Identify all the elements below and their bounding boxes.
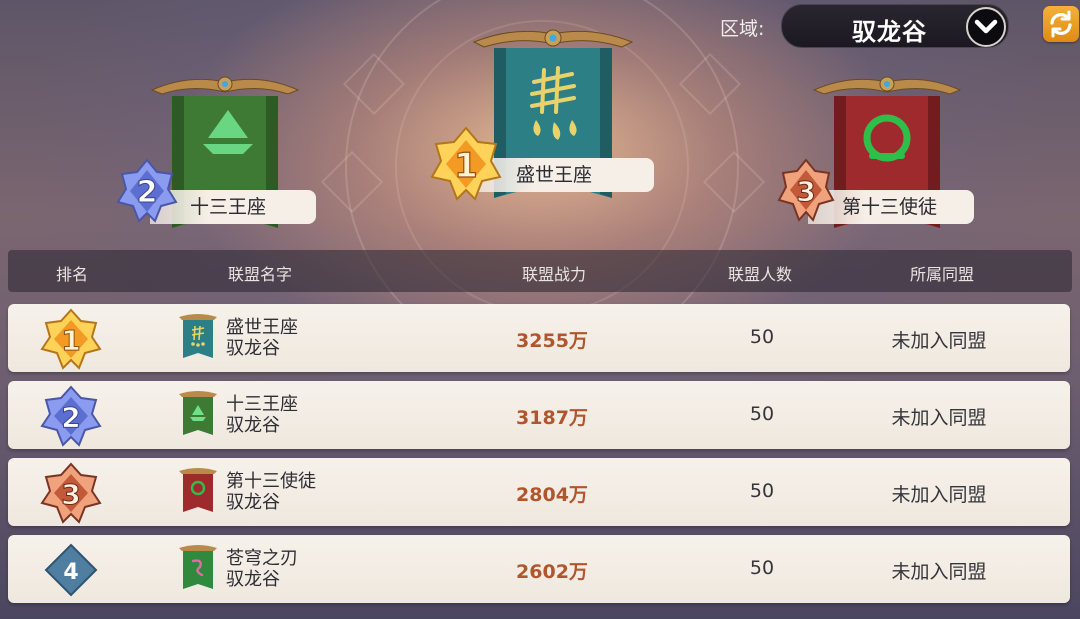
row-power: 3187万 <box>516 407 588 429</box>
row-region: 驭龙谷 <box>226 415 280 436</box>
row-alliance-name: 苍穹之刃 <box>226 548 298 569</box>
region-label: 区域: <box>720 18 765 40</box>
row-alliance-name: 第十三使徒 <box>226 471 316 492</box>
row-alliance-name: 十三王座 <box>226 394 298 415</box>
row-power: 2804万 <box>516 484 588 506</box>
table-row[interactable]: 4 苍穹之刃 驭龙谷 2602万 50 未加入同盟 <box>8 535 1070 603</box>
row-member-count: 50 <box>749 326 775 348</box>
refresh-icon <box>1050 10 1072 38</box>
row-region: 驭龙谷 <box>226 569 280 590</box>
rank-star-badge-icon: 2 <box>116 158 178 223</box>
row-league-status: 未加入同盟 <box>891 561 987 583</box>
row-alliance-name: 盛世王座 <box>226 317 298 338</box>
table-row[interactable]: 2 十三王座 驭龙谷 3187万 50 未加入同盟 <box>8 381 1070 449</box>
row-rank-number: 2 <box>61 401 80 434</box>
table-row[interactable]: 3 第十三使徒 驭龙谷 2804万 50 未加入同盟 <box>8 458 1070 526</box>
alliance-banner-icon <box>179 314 217 358</box>
header-league: 所属同盟 <box>909 265 975 284</box>
header-member-count: 联盟人数 <box>727 265 793 284</box>
row-power: 3255万 <box>516 330 588 352</box>
alliance-banner-icon <box>179 391 217 435</box>
row-region: 驭龙谷 <box>226 338 280 359</box>
podium-alliance-name: 盛世王座 <box>516 164 593 186</box>
row-region: 驭龙谷 <box>226 492 280 513</box>
podium-rank-number: 2 <box>137 175 158 210</box>
row-rank-number: 4 <box>63 560 78 585</box>
row-member-count: 50 <box>749 557 775 579</box>
alliance-banner-icon <box>179 468 217 512</box>
row-rank-number: 1 <box>61 324 80 357</box>
rank-diamond-badge-icon: 4 <box>44 543 98 597</box>
alliance-banner-icon <box>179 545 217 589</box>
row-member-count: 50 <box>749 403 775 425</box>
row-power: 2602万 <box>516 561 588 583</box>
row-league-status: 未加入同盟 <box>891 484 987 506</box>
row-member-count: 50 <box>749 480 775 502</box>
rank-star-badge-icon: 1 <box>430 126 502 201</box>
header-alliance-name: 联盟名字 <box>227 265 293 284</box>
header-alliance-power: 联盟战力 <box>521 265 587 284</box>
region-dropdown[interactable]: 驭龙谷 <box>781 4 1009 48</box>
row-league-status: 未加入同盟 <box>891 407 987 429</box>
rank-star-badge-icon: 3 <box>777 158 835 222</box>
row-league-status: 未加入同盟 <box>891 330 987 352</box>
podium-alliance-name: 十三王座 <box>190 196 267 218</box>
podium-rank-number: 1 <box>454 146 478 186</box>
region-value: 驭龙谷 <box>852 18 927 46</box>
rank-star-badge-icon: 1 <box>40 308 102 370</box>
rank-star-badge-icon: 3 <box>40 462 102 524</box>
rank-star-badge-icon: 2 <box>40 385 102 447</box>
ranking-table-header: 排名 联盟名字 联盟战力 联盟人数 所属同盟 <box>8 250 1072 292</box>
refresh-button[interactable] <box>1043 6 1079 42</box>
row-rank-number: 3 <box>61 478 80 511</box>
table-row[interactable]: 1 盛世王座 驭龙谷 3255万 50 未加入同盟 <box>8 304 1070 372</box>
header-rank: 排名 <box>55 265 89 284</box>
podium-alliance-name: 第十三使徒 <box>842 196 938 218</box>
podium-rank-number: 3 <box>796 175 815 208</box>
chevron-down-icon[interactable] <box>966 7 1006 47</box>
